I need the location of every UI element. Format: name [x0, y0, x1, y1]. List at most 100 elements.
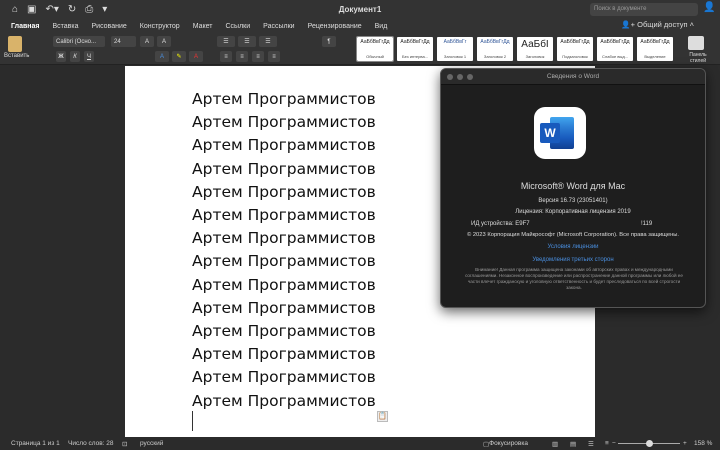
font-name-select[interactable]: Calibri (Осно... — [53, 36, 105, 47]
minimize-button[interactable] — [457, 74, 463, 80]
style-preview: АаБбВвГгДд — [480, 39, 510, 45]
outline-icon[interactable]: ☰ — [588, 440, 594, 448]
document-line: Артем Программистов — [192, 206, 376, 224]
ribbon-tabs: Главная Вставка Рисование Конструктор Макет С… — [0, 19, 720, 33]
italic-button[interactable]: К — [70, 51, 80, 62]
device-id: ИД устройства: E9F7 !119 — [471, 221, 653, 227]
font-size-select[interactable]: 24 — [111, 36, 136, 47]
show-formatting-button[interactable]: ¶ — [322, 36, 336, 47]
font-color-button[interactable]: A — [189, 51, 203, 62]
save-icon[interactable]: ▣ — [27, 4, 36, 15]
style-5[interactable]: АаБбВвГгДд Подзаголовок — [557, 37, 593, 61]
bullets-button[interactable]: ☰ — [217, 36, 235, 47]
zoom-in-button[interactable]: + — [683, 440, 687, 447]
search-input[interactable]: Поиск в документе — [590, 3, 698, 16]
zoom-slider-handle[interactable] — [646, 440, 653, 447]
tab-5[interactable]: Ссылки — [226, 23, 251, 30]
document-line: Артем Программистов — [192, 182, 376, 201]
styles-pane-button[interactable]: Панель стилей — [683, 52, 713, 64]
redo-icon[interactable]: ↻ — [68, 4, 76, 15]
style-name: Выделение — [644, 54, 666, 59]
style-name: Подзаголовок — [562, 54, 588, 59]
account-icon[interactable]: 👤 — [703, 2, 715, 13]
styles-pane-icon[interactable] — [688, 36, 704, 50]
style-2[interactable]: АаБбВвГг Заголовок 1 — [437, 37, 473, 61]
document-line: Артем Программистов — [192, 136, 376, 155]
ribbon: Вставить Calibri (Осно... 24 A A Ж К Ч A… — [0, 33, 720, 65]
style-name: Без интерва... — [401, 54, 429, 59]
customize-icon[interactable]: ▾ — [102, 4, 107, 15]
document-line: Артем Программистов — [192, 113, 376, 132]
tab-7[interactable]: Рецензирование — [308, 23, 362, 30]
document-line: Артем Программистов — [192, 322, 376, 340]
share-icon: 👤+ — [621, 20, 638, 29]
tab-1[interactable]: Вставка — [52, 23, 78, 30]
align-center-button[interactable]: ≡ — [236, 51, 248, 62]
document-line: Артем Программистов — [192, 275, 376, 294]
shrink-font-button[interactable]: A — [157, 36, 171, 47]
zoom-out-button[interactable]: − — [612, 440, 616, 447]
focus-button[interactable]: ▢ Фокусировка — [483, 440, 528, 448]
home-icon[interactable]: ⌂ — [12, 4, 18, 15]
paste-options-icon[interactable]: 📋 — [377, 411, 388, 422]
paste-button[interactable]: Вставить — [4, 53, 29, 59]
highlight-button[interactable]: ✎ — [172, 51, 186, 62]
text-effects-button[interactable]: A — [155, 51, 169, 62]
title-bar: ⌂ ▣ ↶▾ ↻ ⎙ ▾ Документ1 Поиск в документе… — [0, 0, 720, 19]
tab-3[interactable]: Конструктор — [140, 23, 180, 30]
print-icon[interactable]: ⎙ — [85, 4, 93, 15]
tab-2[interactable]: Рисование — [92, 23, 127, 30]
grow-font-button[interactable]: A — [140, 36, 154, 47]
tab-8[interactable]: Вид — [375, 23, 388, 30]
document-line: Артем Программистов — [192, 368, 376, 387]
styles-gallery: АаБбВвГгДд Обычный АаБбВвГгДд Без интерва..… — [356, 36, 673, 62]
third-party-link[interactable]: Уведомления третьих сторон — [441, 257, 705, 263]
tab-4[interactable]: Макет — [193, 23, 213, 30]
paste-icon[interactable] — [8, 36, 22, 52]
align-right-button[interactable]: ≡ — [252, 51, 264, 62]
style-name: Обычный — [366, 54, 384, 59]
numbering-button[interactable]: ☰ — [238, 36, 256, 47]
tab-6[interactable]: Рассылки — [263, 23, 294, 30]
undo-icon[interactable]: ↶▾ — [46, 4, 59, 15]
draft-icon[interactable]: ≡ — [605, 440, 609, 447]
style-1[interactable]: АаБбВвГгДд Без интерва... — [397, 37, 433, 61]
word-count[interactable]: Число слов: 28 — [68, 440, 114, 447]
style-preview: АаБбВвГгДд — [600, 39, 630, 45]
document-line: Артем Программистов — [192, 90, 376, 108]
page-count[interactable]: Страница 1 из 1 — [11, 440, 60, 447]
justify-button[interactable]: ≡ — [268, 51, 280, 62]
multilevel-list-button[interactable]: ☰ — [259, 36, 277, 47]
style-4[interactable]: АаБбІ Заголовок — [517, 37, 553, 61]
tab-0[interactable]: Главная — [11, 23, 39, 30]
style-3[interactable]: АаБбВвГгДд Заголовок 2 — [477, 37, 513, 61]
word-logo-icon: W — [534, 107, 586, 159]
window-controls — [447, 74, 473, 80]
web-layout-icon[interactable]: ▤ — [570, 440, 576, 448]
share-button[interactable]: 👤+ Общий доступ ˄ — [621, 20, 694, 29]
text-cursor — [192, 411, 193, 431]
license-terms-link[interactable]: Условия лицензии — [441, 244, 705, 250]
document-line: Артем Программистов — [192, 391, 376, 410]
close-button[interactable] — [447, 74, 453, 80]
zoom-level[interactable]: 158 % — [694, 440, 712, 447]
proofing-icon[interactable]: ⊡ — [122, 440, 127, 448]
dialog-title: Сведения о Word — [441, 69, 705, 85]
style-7[interactable]: АаБбВвГгДд Выделение — [637, 37, 673, 61]
style-preview: АаБбВвГгДд — [560, 39, 590, 45]
align-left-button[interactable]: ≡ — [220, 51, 232, 62]
document-line: Артем Программистов — [192, 252, 376, 271]
style-preview: АаБбВвГгДд — [400, 39, 430, 45]
version-text: Версия 16.73 (23051401) — [538, 198, 608, 204]
style-name: Заголовок — [525, 54, 545, 59]
print-layout-icon[interactable]: ▥ — [552, 440, 558, 448]
style-name: Заголовок 2 — [483, 54, 507, 59]
language[interactable]: русский — [140, 440, 163, 447]
underline-button[interactable]: Ч — [84, 51, 94, 62]
bold-button[interactable]: Ж — [56, 51, 66, 62]
zoom-button[interactable] — [467, 74, 473, 80]
legal-warning: Внимание! Данная программа защищена зако… — [465, 267, 683, 290]
style-0[interactable]: АаБбВвГгДд Обычный — [356, 36, 394, 62]
style-6[interactable]: АаБбВвГгДд Слабое выд... — [597, 37, 633, 61]
style-name: Заголовок 1 — [443, 54, 467, 59]
